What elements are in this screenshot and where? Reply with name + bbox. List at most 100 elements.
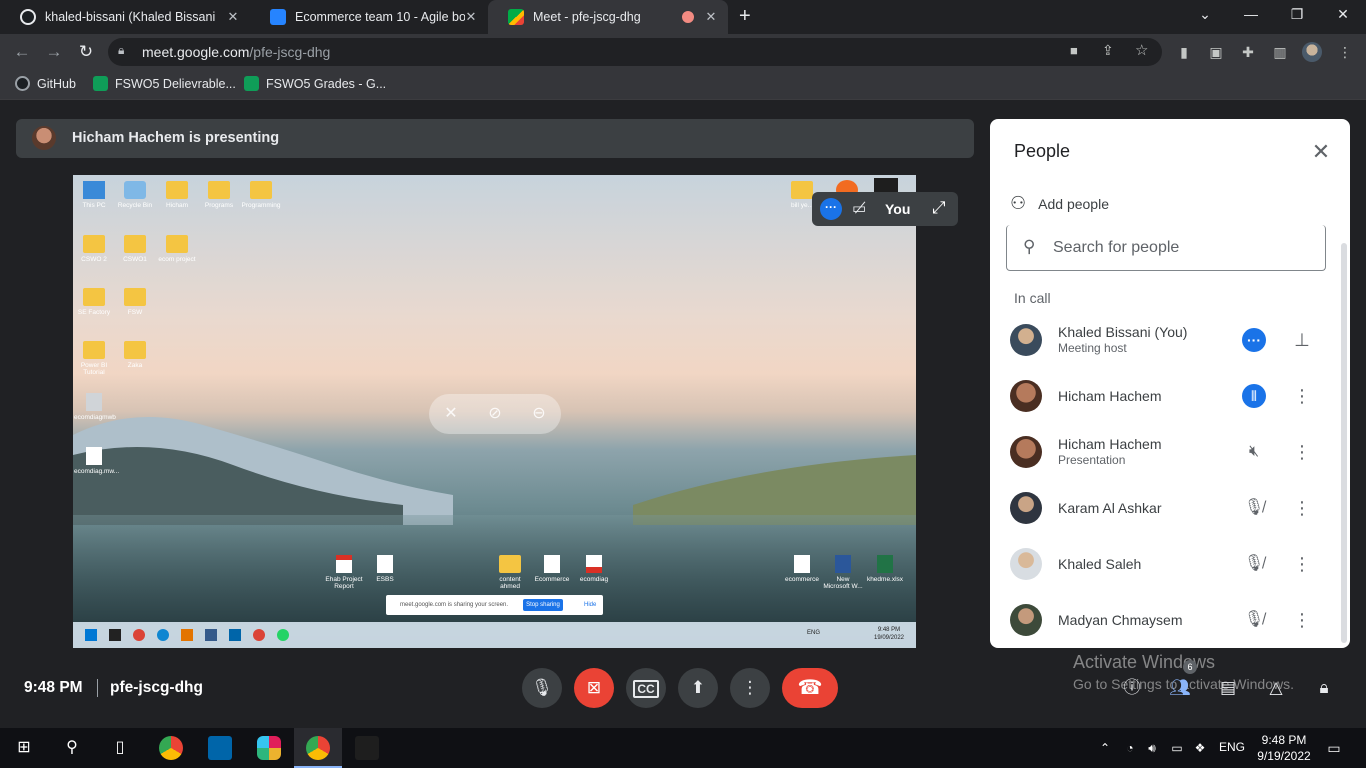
desktop-icon[interactable]: Programs	[199, 181, 239, 209]
add-people-button[interactable]: ⚇ Add people	[1010, 193, 1109, 214]
battery-icon[interactable]: ▭	[1165, 736, 1189, 760]
desktop-icon[interactable]: Recycle Bin	[115, 181, 155, 209]
desktop-icon[interactable]: CSWO 2	[74, 235, 114, 263]
windows-start-icon[interactable]: ⊞	[12, 736, 36, 760]
search-people-input[interactable]	[1053, 235, 1313, 261]
bookmark-fswo5-grades[interactable]: FSWO5 Grades - G...	[244, 76, 386, 91]
desktop-icon[interactable]: New Microsoft W...	[823, 555, 863, 590]
extensions-puzzle-icon[interactable]: ✚	[1239, 43, 1257, 61]
system-clock[interactable]: 9:48 PM 9/19/2022	[1254, 732, 1314, 764]
more-options-icon[interactable]: ⋮	[1292, 496, 1312, 520]
pin-icon[interactable]: ⊥	[1292, 328, 1312, 352]
desktop-icon[interactable]: Power BI Tutorial	[74, 341, 114, 376]
desktop-icon[interactable]: Zaka	[115, 341, 155, 369]
slack-icon[interactable]	[257, 736, 281, 760]
vscode-icon[interactable]	[208, 736, 232, 760]
bookmark-fswo5-deliverable[interactable]: FSWO5 Delievrable...	[93, 76, 236, 91]
chrome-icon[interactable]	[159, 736, 183, 760]
search-icon[interactable]: ⚲	[60, 736, 84, 760]
close-panel-icon[interactable]: ✕	[1308, 139, 1334, 165]
new-tab-button[interactable]: +	[739, 5, 751, 28]
more-options-icon[interactable]: ···	[1242, 328, 1266, 352]
stop-sharing-button[interactable]: Stop sharing	[523, 599, 563, 611]
forward-icon[interactable]: →	[43, 41, 65, 63]
expand-icon[interactable]: ⤢	[932, 198, 946, 218]
desktop-icon[interactable]: Programming	[241, 181, 281, 209]
tab-github[interactable]: khaled-bissani (Khaled Bissani) ✕	[0, 0, 250, 34]
participant-row[interactable]: Hicham Hachem Presentation 🔇︎ ⋮	[990, 424, 1340, 480]
share-icon[interactable]: ⇪	[1102, 42, 1114, 59]
desktop-icon[interactable]: ecomdiag.mw...	[74, 447, 119, 475]
camera-icon[interactable]: ■	[1070, 43, 1078, 58]
more-options-icon[interactable]: ⋮	[1292, 552, 1312, 576]
close-window-icon[interactable]: ✕	[1333, 6, 1353, 23]
bookmark-star-icon[interactable]: ☆	[1135, 41, 1148, 59]
meeting-details-icon[interactable]: ⓘ	[1120, 676, 1144, 700]
profile-avatar[interactable]	[1302, 42, 1322, 62]
hide-button[interactable]: Hide	[584, 602, 596, 608]
more-options-icon[interactable]: ⋮	[1292, 384, 1312, 408]
desktop-icon[interactable]: Ehab Project Report	[324, 555, 364, 590]
participant-row[interactable]: Karam Al Ashkar 🎙︎̸ ⋮	[990, 480, 1340, 536]
mute-icon[interactable]: ⊘	[483, 402, 507, 426]
more-options-button[interactable]: ⋮	[730, 668, 770, 708]
participant-row[interactable]: Hicham Hachem ⦀ ⋮	[990, 368, 1340, 424]
show-hidden-icons[interactable]: ⌃	[1093, 736, 1117, 760]
side-panel-icon[interactable]: ▥	[1271, 43, 1289, 61]
desktop-icon[interactable]: content ahmed	[490, 555, 530, 590]
back-icon[interactable]: ←	[11, 41, 33, 63]
remove-icon[interactable]: ⊖	[527, 402, 551, 426]
camera-off-button[interactable]: ⊠	[574, 668, 614, 708]
language-indicator[interactable]: ENG	[1219, 740, 1245, 754]
address-bar[interactable]: 🔒︎ meet.google.com/pfe-jscg-dhg ■ ⇪ ☆	[108, 38, 1162, 66]
chrome-menu-icon[interactable]: ⋮	[1336, 43, 1354, 61]
desktop-icon[interactable]: This PC	[74, 181, 114, 209]
dropbox-icon[interactable]: ❖	[1188, 736, 1212, 760]
desktop-icon[interactable]: ecomdiagmwb	[74, 393, 116, 421]
close-tab-icon[interactable]: ✕	[226, 10, 240, 24]
reload-icon[interactable]: ↻	[75, 41, 97, 63]
extension-icon[interactable]: ▣	[1207, 43, 1225, 61]
panel-scrollbar[interactable]	[1341, 243, 1347, 643]
figma-icon[interactable]	[355, 736, 379, 760]
present-button[interactable]: ⬆	[678, 668, 718, 708]
more-options-icon[interactable]: ···	[820, 198, 842, 220]
pin-off-icon[interactable]: ✕	[439, 402, 463, 426]
captions-button[interactable]: CC	[626, 668, 666, 708]
activities-icon[interactable]: △	[1264, 676, 1288, 700]
desktop-icon[interactable]: ecomdiag	[574, 555, 614, 583]
extension-icon[interactable]: ▮	[1175, 43, 1193, 61]
self-view-tile[interactable]: ··· ▭̸ You ⤢	[812, 192, 958, 226]
desktop-icon[interactable]: Hicham	[157, 181, 197, 209]
participant-row[interactable]: Khaled Bissani (You) Meeting host ··· ⊥	[990, 312, 1340, 368]
restore-icon[interactable]: ❐	[1287, 6, 1307, 23]
bookmark-github[interactable]: GitHub	[15, 76, 76, 91]
microphone-button[interactable]: 🎙︎	[522, 668, 562, 708]
more-options-icon[interactable]: ⋮	[1292, 608, 1312, 632]
volume-icon[interactable]: 🔊︎	[1140, 736, 1164, 760]
tab-search-icon[interactable]: ⌄	[1195, 6, 1215, 23]
tab-meet[interactable]: Meet - pfe-jscg-dhg ✕	[488, 0, 728, 34]
desktop-icon[interactable]: ecommerce	[782, 555, 822, 583]
participant-row[interactable]: Madyan Chmaysem 🎙︎̸ ⋮	[990, 592, 1340, 648]
close-tab-icon[interactable]: ✕	[464, 10, 478, 24]
desktop-icon[interactable]: FSW	[115, 288, 155, 316]
chat-icon[interactable]: ▤	[1216, 676, 1240, 700]
people-icon[interactable]: 👥︎	[1168, 676, 1192, 700]
host-controls-icon[interactable]: 🔒︎	[1312, 676, 1336, 700]
tab-jira[interactable]: Ecommerce team 10 - Agile boar ✕	[250, 0, 488, 34]
desktop-icon[interactable]: khedme.xlsx	[865, 555, 905, 583]
notifications-icon[interactable]: ▭	[1322, 736, 1346, 760]
participant-row[interactable]: Khaled Saleh 🎙︎̸ ⋮	[990, 536, 1340, 592]
chrome-icon[interactable]	[306, 736, 330, 760]
desktop-icon[interactable]: SE Factory	[74, 288, 114, 316]
leave-call-button[interactable]: ☎︎	[782, 668, 838, 708]
network-icon[interactable]: ◔	[1118, 736, 1142, 760]
desktop-icon[interactable]: CSWO1	[115, 235, 155, 263]
more-options-icon[interactable]: ⋮	[1292, 440, 1312, 464]
desktop-icon[interactable]: ecom project	[157, 235, 197, 263]
task-view-icon[interactable]: ▯	[108, 736, 132, 760]
close-tab-icon[interactable]: ✕	[704, 10, 718, 24]
desktop-icon[interactable]: ESBS	[365, 555, 405, 583]
minimize-icon[interactable]: —	[1241, 6, 1261, 22]
